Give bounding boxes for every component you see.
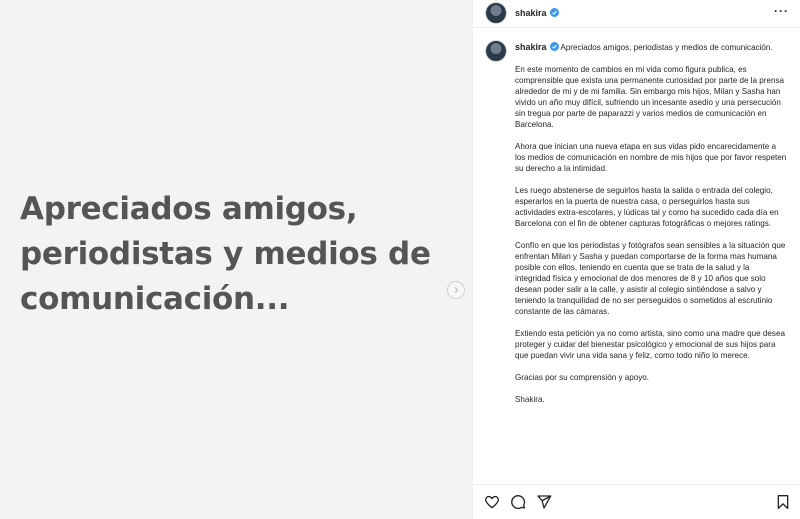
username-text[interactable]: shakira (515, 8, 547, 18)
action-bar (473, 484, 800, 519)
post-image[interactable]: Apreciados amigos, periodistas y medios … (0, 0, 472, 519)
caption-paragraph: En este momento de cambios en mi vida co… (515, 65, 785, 129)
caption-paragraph: Extiendo esta petición ya no como artist… (515, 329, 785, 360)
heart-icon[interactable] (484, 494, 500, 510)
next-image-button[interactable] (447, 281, 465, 299)
caption-paragraph: Gracias por su comprensión y apoyo. (515, 373, 650, 382)
post-header: shakira ··· (473, 0, 800, 28)
caption-paragraph: Ahora que inician una nueva etapa en sus… (515, 142, 787, 173)
avatar[interactable] (485, 40, 507, 62)
verified-badge-icon (549, 8, 559, 17)
caption-headline: Apreciados amigos, periodistas y medios … (560, 43, 773, 52)
image-caption-text: Apreciados amigos, periodistas y medios … (20, 191, 431, 317)
caption-paragraph: Confío en que los periodistas y fotógraf… (515, 241, 786, 316)
share-icon[interactable] (536, 494, 552, 510)
caption-signature: Shakira. (515, 395, 545, 404)
verified-badge-icon (549, 42, 559, 51)
caption-username[interactable]: shakira (515, 42, 547, 52)
chevron-right-icon (454, 287, 459, 293)
post-sidebar: shakira ··· shakira Apreciados amigos, p… (472, 0, 800, 519)
more-options-icon[interactable]: ··· (774, 4, 789, 18)
caption-headline-line: shakira Apreciados amigos, periodistas y… (515, 42, 787, 53)
caption-text: shakira Apreciados amigos, periodistas y… (515, 42, 787, 405)
caption-area: shakira Apreciados amigos, periodistas y… (473, 28, 800, 484)
comment-icon[interactable] (510, 494, 526, 510)
bookmark-icon[interactable] (775, 494, 791, 510)
header-username[interactable]: shakira (515, 8, 559, 18)
avatar[interactable] (485, 2, 507, 24)
caption-paragraph: Les ruego abstenerse de seguirlos hasta … (515, 186, 779, 228)
